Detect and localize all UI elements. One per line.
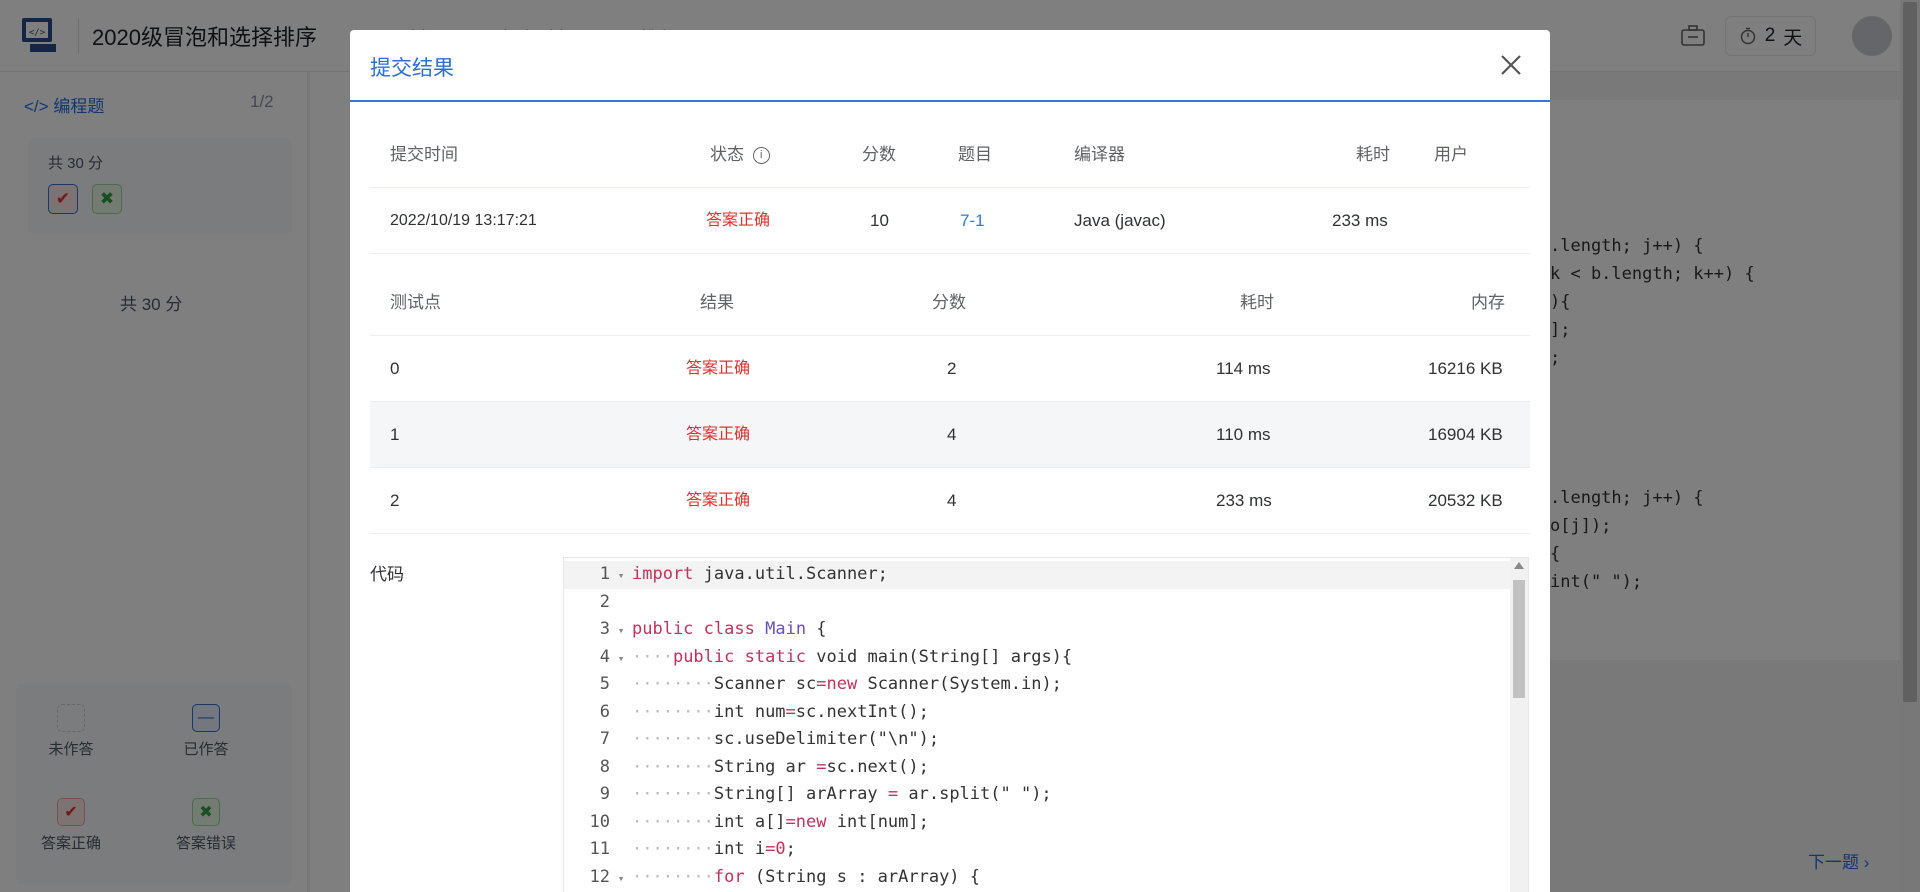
- tc-duration: 114 ms: [1216, 359, 1271, 378]
- compiler-value: Java (javac): [1074, 211, 1166, 230]
- code-line: 11 ········int i=0;: [564, 836, 1514, 864]
- tc-point: 0: [390, 359, 400, 378]
- table-row: 0 答案正确 2 114 ms 16216 KB: [370, 336, 1530, 402]
- fold-icon[interactable]: ▾: [610, 617, 632, 645]
- testcase-table-header: 测试点 结果 分数 耗时 内存: [370, 270, 1530, 336]
- header-score: 分数: [862, 145, 896, 164]
- scroll-up-icon[interactable]: [1514, 562, 1524, 569]
- header-time: 提交时间: [390, 145, 458, 164]
- tc-memory: 20532 KB: [1428, 491, 1503, 510]
- line-number: 3: [599, 619, 610, 639]
- code-line: 3 ▾ public class Main {: [564, 616, 1514, 644]
- line-number: 6: [599, 701, 610, 722]
- header-status: 状态 i: [710, 122, 770, 188]
- code-line: 12 ▾ ········for (String s : arArray) {: [564, 864, 1514, 892]
- table-row: 1 答案正确 4 110 ms 16904 KB: [370, 402, 1530, 468]
- code-text: ········sc.useDelimiter("\n");: [632, 729, 940, 749]
- code-text: public class Main {: [632, 619, 827, 639]
- code-text: ····public static void main(String[] arg…: [632, 646, 1073, 667]
- code-line: 2: [564, 589, 1514, 617]
- code-line: 7 ········sc.useDelimiter("\n");: [564, 726, 1514, 754]
- fold-icon[interactable]: ▾: [610, 645, 632, 673]
- modal-title: 提交结果: [370, 57, 454, 80]
- header-duration: 耗时: [1356, 145, 1390, 164]
- header-problem: 题目: [958, 145, 992, 164]
- problem-link[interactable]: 7-1: [960, 188, 985, 254]
- code-line: 4 ▾ ····public static void main(String[] a…: [564, 644, 1514, 672]
- submission-time: 2022/10/19 13:17:21: [390, 212, 537, 229]
- fold-icon[interactable]: ▾: [610, 562, 632, 590]
- code-line: 10 ········int a[]=new int[num];: [564, 809, 1514, 837]
- code-text: ········for (String s : arArray) {: [632, 866, 981, 887]
- tc-duration: 110 ms: [1216, 425, 1271, 444]
- editor-scrollbar[interactable]: [1510, 558, 1528, 892]
- line-number: 7: [599, 729, 610, 749]
- tc-memory: 16216 KB: [1428, 359, 1503, 378]
- code-text: ········Scanner sc=new Scanner(System.in…: [632, 674, 1062, 694]
- header-testpoint: 测试点: [390, 293, 441, 312]
- testcase-table: 测试点 结果 分数 耗时 内存 0 答案正确 2 114 ms 16216 KB…: [370, 270, 1530, 534]
- tc-memory: 16904 KB: [1428, 425, 1503, 444]
- header-compiler: 编译器: [1074, 145, 1125, 164]
- header-user: 用户: [1434, 145, 1468, 164]
- submission-result-modal: 提交结果 提交时间 状态 i 分数 题目 编译器 耗时 用户 2022/10/1…: [350, 30, 1550, 892]
- submission-score: 10: [870, 211, 889, 230]
- code-line: 5 ········Scanner sc=new Scanner(System.i…: [564, 671, 1514, 699]
- tc-result: 答案正确: [686, 426, 751, 443]
- line-number: 2: [599, 591, 610, 612]
- line-number: 10: [589, 811, 610, 832]
- line-number: 11: [589, 839, 610, 859]
- modal-header: 提交结果: [350, 30, 1550, 102]
- line-number: 1: [599, 564, 610, 584]
- tc-result: 答案正确: [686, 360, 751, 377]
- code-line: 8 ········String ar =sc.next();: [564, 754, 1514, 782]
- code-text: ········String[] arArray = ar.split(" ")…: [632, 784, 1052, 804]
- code-editor[interactable]: 1 ▾ import java.util.Scanner; 2 3 ▾ public cla…: [563, 557, 1529, 892]
- tc-duration: 233 ms: [1216, 491, 1272, 510]
- code-line: 6 ········int num=sc.nextInt();: [564, 699, 1514, 727]
- code-text: ········int num=sc.nextInt();: [632, 701, 929, 722]
- tc-result: 答案正确: [686, 492, 751, 509]
- code-label: 代码: [370, 565, 404, 584]
- header-tc-duration: 耗时: [1240, 293, 1274, 312]
- info-icon[interactable]: i: [752, 147, 770, 165]
- submission-duration: 233 ms: [1332, 211, 1388, 230]
- code-line: 9 ········String[] arArray = ar.split(" "…: [564, 781, 1514, 809]
- code-text: ········int a[]=new int[num];: [632, 811, 929, 832]
- code-text: ········int i=0;: [632, 839, 796, 859]
- status-badge: 答案正确: [706, 212, 771, 229]
- line-number: 9: [599, 784, 610, 804]
- line-number: 8: [599, 756, 610, 777]
- submission-table-header: 提交时间 状态 i 分数 题目 编译器 耗时 用户: [370, 122, 1530, 188]
- table-row: 2 答案正确 4 233 ms 20532 KB: [370, 468, 1530, 534]
- header-result: 结果: [700, 293, 734, 312]
- submission-table: 提交时间 状态 i 分数 题目 编译器 耗时 用户 2022/10/19 13:…: [370, 122, 1530, 254]
- editor-scrollbar-thumb[interactable]: [1513, 580, 1525, 698]
- header-tc-score: 分数: [932, 293, 966, 312]
- tc-score: 4: [947, 425, 957, 444]
- tc-score: 2: [947, 359, 957, 378]
- submission-row: 2022/10/19 13:17:21 答案正确 10 7-1 Java (ja…: [370, 188, 1530, 254]
- tc-score: 4: [947, 491, 957, 510]
- header-memory: 内存: [1471, 293, 1505, 312]
- code-text: import java.util.Scanner;: [632, 564, 888, 584]
- fold-icon[interactable]: ▾: [610, 865, 632, 892]
- code-text: ········String ar =sc.next();: [632, 756, 929, 777]
- close-icon[interactable]: [1496, 50, 1526, 80]
- tc-point: 1: [390, 425, 400, 444]
- line-number: 5: [599, 674, 610, 694]
- line-number: 12: [589, 866, 610, 887]
- line-number: 4: [599, 646, 610, 667]
- tc-point: 2: [390, 491, 400, 510]
- code-line: 1 ▾ import java.util.Scanner;: [564, 561, 1514, 589]
